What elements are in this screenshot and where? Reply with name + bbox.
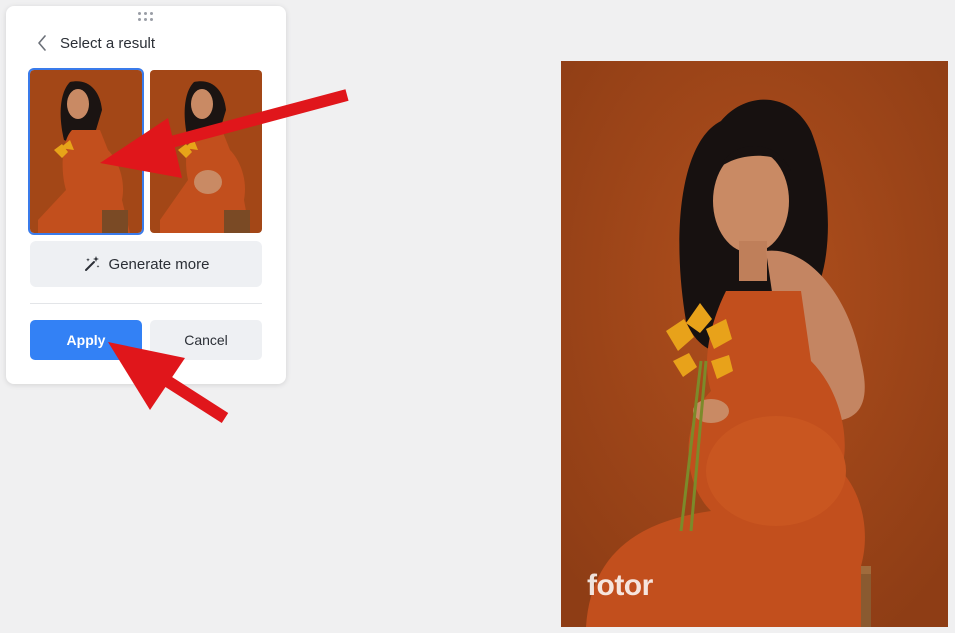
portrait-illustration bbox=[561, 61, 948, 627]
divider bbox=[30, 303, 262, 304]
apply-button[interactable]: Apply bbox=[30, 320, 142, 360]
magic-wand-icon bbox=[84, 256, 99, 271]
generate-more-label: Generate more bbox=[108, 255, 210, 273]
preview-image: fotor bbox=[561, 61, 948, 627]
result-thumbnail-1[interactable] bbox=[28, 68, 144, 235]
panel-header: Select a result bbox=[34, 32, 155, 54]
cancel-button[interactable]: Cancel bbox=[150, 320, 262, 360]
back-button[interactable] bbox=[34, 33, 50, 53]
drag-handle-icon[interactable] bbox=[138, 12, 154, 22]
result-thumbnail-1-image bbox=[30, 70, 142, 233]
panel-title: Select a result bbox=[60, 34, 156, 52]
generate-more-button[interactable]: Generate more bbox=[30, 241, 262, 287]
back-chevron-icon bbox=[38, 35, 46, 51]
result-thumbnail-2-image bbox=[150, 70, 262, 233]
fotor-watermark: fotor bbox=[587, 569, 653, 602]
result-thumbnail-2[interactable] bbox=[150, 70, 262, 233]
select-result-panel: Select a result Generate more Apply Canc… bbox=[6, 6, 286, 384]
